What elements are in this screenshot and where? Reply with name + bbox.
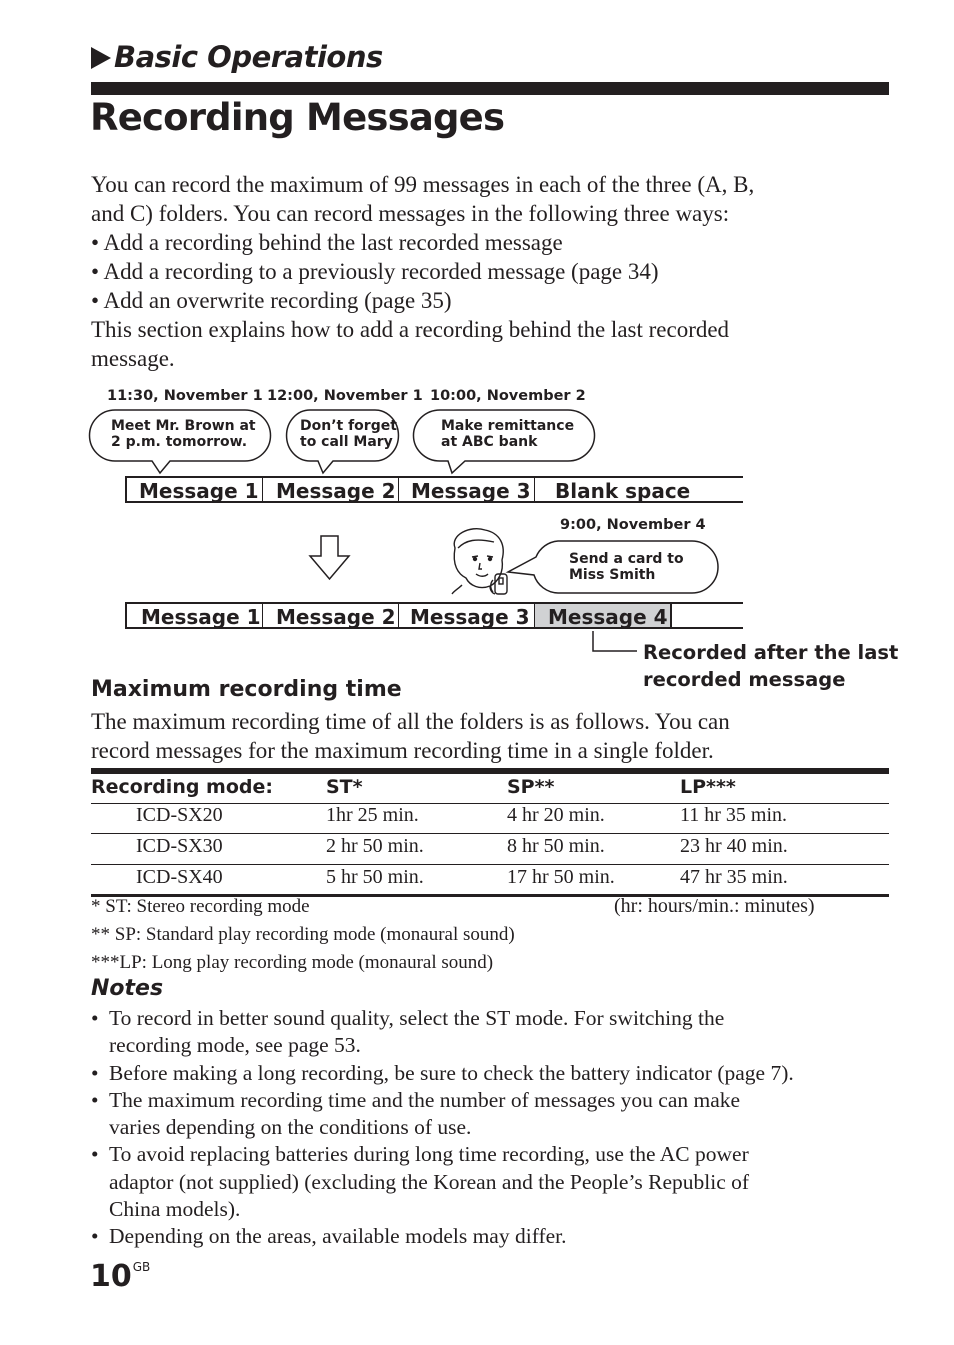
message-row-before: Message 1 Message 2 Message 3 Blank spac…: [125, 476, 743, 503]
text-line: The maximum recording time of all the fo…: [91, 709, 730, 734]
blank-space-cell: [671, 602, 743, 629]
note-line: varies depending on the conditions of us…: [109, 1115, 472, 1140]
note-item: • To record in better sound quality, sel…: [91, 1005, 891, 1060]
note-line: recording mode, see page 53.: [109, 1033, 361, 1058]
time-cell: 1hr 25 min.: [326, 804, 419, 826]
bullet-icon: •: [91, 1224, 99, 1249]
time-cell: 8 hr 50 min.: [507, 835, 605, 857]
down-arrow-icon: [308, 535, 351, 581]
footnote-lp: ***LP: Long play recording mode (monaura…: [91, 952, 494, 973]
bubble-line: Meet Mr. Brown at: [111, 418, 256, 434]
bubble-2-text: Don’t forget to call Mary: [300, 418, 397, 450]
callout-line-text: Recorded after the last: [643, 641, 899, 664]
note-line: Before making a long recording, be sure …: [109, 1060, 794, 1085]
model-cell: ICD-SX30: [136, 835, 223, 857]
notes-heading: Notes: [91, 976, 164, 1001]
footnote-sp: ** SP: Standard play recording mode (mon…: [91, 924, 515, 945]
message-cell: Message 1: [125, 476, 262, 503]
bullet-icon: •: [91, 1142, 99, 1167]
max-recording-text: The maximum recording time of all the fo…: [91, 707, 881, 765]
callout-text: Recorded after the last recorded message: [643, 639, 898, 693]
bullet-icon: •: [91, 1060, 99, 1085]
bubble-line: 2 p.m. tomorrow.: [111, 434, 248, 450]
note-line: China models).: [109, 1197, 241, 1222]
new-timestamp: 9:00, November 4: [560, 517, 706, 533]
time-cell: 23 hr 40 min.: [680, 835, 788, 857]
message-cell: Message 1: [125, 602, 262, 629]
note-item: • To avoid replacing batteries during lo…: [91, 1141, 891, 1223]
bubble-1-text: Meet Mr. Brown at 2 p.m. tomorrow.: [111, 418, 256, 450]
page-number-value: 10: [90, 1259, 132, 1294]
table-header: SP**: [507, 776, 555, 798]
table-row: ICD-SX40 5 hr 50 min. 17 hr 50 min. 47 h…: [91, 866, 889, 896]
note-item: • The maximum recording time and the num…: [91, 1087, 891, 1142]
message-4-cell: Message 4: [534, 602, 671, 629]
bubble-4-text: Send a card to Miss Smith: [569, 551, 684, 583]
note-line: Depending on the areas, available models…: [109, 1224, 567, 1249]
text-line: record messages for the maximum recordin…: [91, 738, 714, 763]
person-icon: [451, 528, 508, 595]
bubble-line: at ABC bank: [441, 434, 538, 450]
page-suffix: GB: [132, 1260, 151, 1274]
model-cell: ICD-SX40: [136, 866, 223, 888]
speech-bubbles: [88, 409, 719, 652]
bubble-3-text: Make remittance at ABC bank: [441, 418, 574, 450]
table-header: LP***: [680, 776, 736, 798]
bubble-line: Miss Smith: [569, 567, 656, 583]
table-header: Recording mode:: [91, 776, 273, 798]
message-cell: Message 2: [262, 476, 398, 503]
time-cell: 2 hr 50 min.: [326, 835, 424, 857]
callout-line: [592, 631, 637, 652]
message-cell: Message 3: [398, 476, 534, 503]
table-row: ICD-SX20 1hr 25 min. 4 hr 20 min. 11 hr …: [91, 804, 889, 834]
footnote-st: * ST: Stereo recording mode: [91, 896, 310, 917]
note-item: • Before making a long recording, be sur…: [91, 1060, 891, 1087]
bullet-icon: •: [91, 1087, 99, 1112]
notes-list: • To record in better sound quality, sel…: [91, 1005, 891, 1251]
bubble-line: Make remittance: [441, 418, 575, 434]
message-cell: Message 2: [262, 602, 398, 629]
note-line: To record in better sound quality, selec…: [109, 1006, 725, 1030]
time-cell: 11 hr 35 min.: [680, 804, 788, 826]
note-line: To avoid replacing batteries during long…: [109, 1142, 749, 1167]
bubble-line: to call Mary: [300, 434, 393, 450]
message-row-after: Message 1 Message 2 Message 3 Message 4: [125, 602, 743, 629]
message-cell: Message 3: [398, 602, 534, 629]
table-row: ICD-SX30 2 hr 50 min. 8 hr 50 min. 23 hr…: [91, 835, 889, 865]
max-recording-heading: Maximum recording time: [91, 677, 402, 702]
bullet-icon: •: [91, 1006, 99, 1030]
time-cell: 17 hr 50 min.: [507, 866, 615, 888]
callout-line-text: recorded message: [643, 668, 846, 691]
model-cell: ICD-SX20: [136, 804, 223, 826]
table-header: ST*: [326, 776, 363, 798]
blank-space-cell: Blank space: [534, 476, 743, 503]
note-line: adaptor (not supplied) (excluding the Ko…: [109, 1169, 750, 1194]
bubble-line: Don’t forget: [300, 418, 397, 434]
time-cell: 47 hr 35 min.: [680, 866, 788, 888]
time-cell: 4 hr 20 min.: [507, 804, 605, 826]
time-cell: 5 hr 50 min.: [326, 866, 424, 888]
table-header-row: Recording mode: ST* SP** LP***: [91, 774, 889, 804]
note-line: The maximum recording time and the numbe…: [109, 1087, 741, 1112]
bubble-line: Send a card to: [569, 551, 684, 567]
footnote-units: (hr: hours/min.: minutes): [614, 895, 815, 917]
page-number: 10GB: [90, 1259, 150, 1294]
note-item: • Depending on the areas, available mode…: [91, 1223, 891, 1250]
